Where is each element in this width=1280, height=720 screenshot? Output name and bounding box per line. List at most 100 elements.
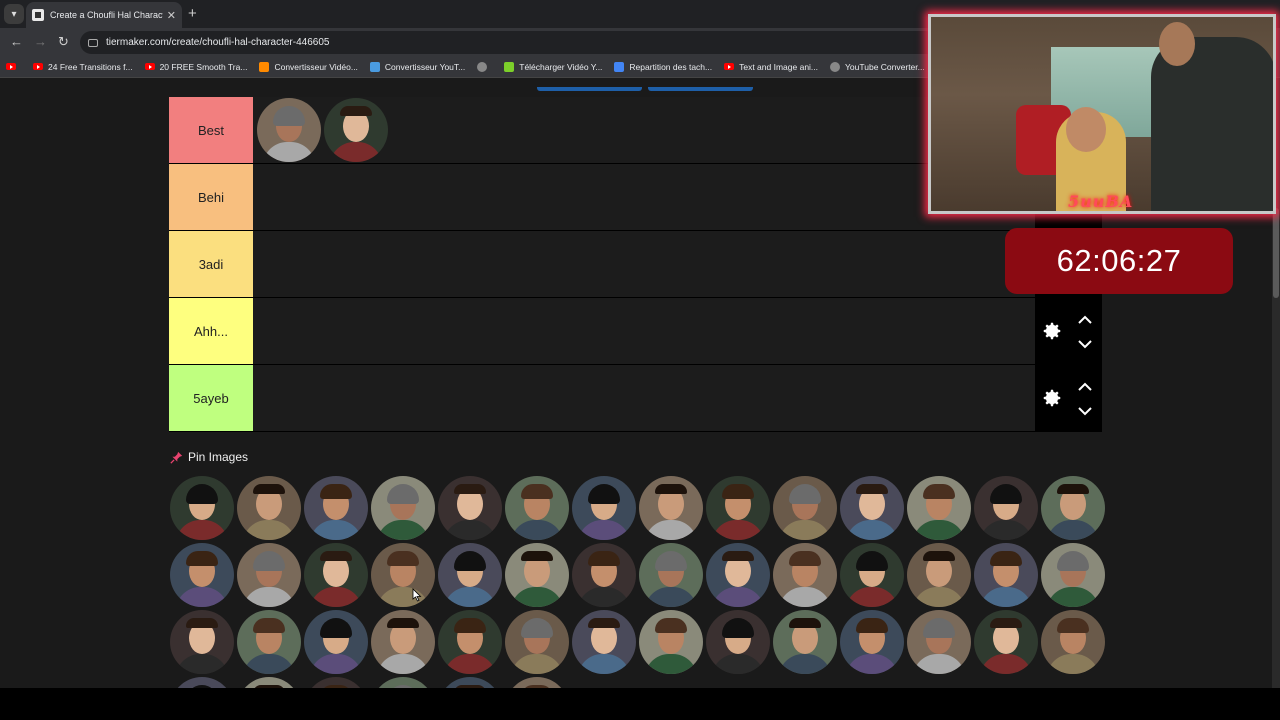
pool-character-image[interactable] bbox=[571, 475, 636, 540]
tier-character-image[interactable] bbox=[323, 98, 388, 162]
pool-character-image[interactable] bbox=[370, 609, 435, 674]
pool-character-image[interactable] bbox=[370, 475, 435, 540]
pool-character-image[interactable] bbox=[906, 475, 971, 540]
pool-character-image[interactable] bbox=[1040, 609, 1105, 674]
tab-search-button[interactable]: ▾ bbox=[4, 4, 24, 24]
pool-character-image[interactable] bbox=[705, 542, 770, 607]
youtube-icon bbox=[724, 63, 735, 70]
bookmark-item[interactable]: Télécharger Vidéo Y... bbox=[504, 61, 602, 72]
chevron-down-icon[interactable] bbox=[1077, 405, 1093, 417]
globe-icon bbox=[830, 61, 841, 72]
site-info-icon[interactable] bbox=[88, 38, 98, 47]
pool-character-image[interactable] bbox=[437, 475, 502, 540]
scrollbar-thumb[interactable] bbox=[1273, 208, 1279, 298]
bookmark-item[interactable]: Text and Image ani... bbox=[724, 62, 818, 72]
pool-character-image[interactable] bbox=[839, 542, 904, 607]
pool-character-image[interactable] bbox=[504, 609, 569, 674]
pool-character-image[interactable] bbox=[772, 542, 837, 607]
pool-character-image[interactable] bbox=[1040, 542, 1105, 607]
pin-icon bbox=[170, 451, 183, 464]
forward-arrow-icon[interactable]: → bbox=[34, 34, 47, 49]
bookmark-item[interactable]: Convertisseur Vidéo... bbox=[259, 61, 358, 72]
bookmark-label: Repartition des tach... bbox=[629, 61, 713, 72]
back-arrow-icon[interactable]: ← bbox=[10, 34, 23, 49]
tier-drop-zone[interactable] bbox=[253, 298, 1035, 364]
pool-character-image[interactable] bbox=[303, 676, 368, 688]
tier-drop-zone[interactable] bbox=[253, 97, 1035, 163]
pool-character-image[interactable] bbox=[638, 542, 703, 607]
new-tab-button[interactable]: + bbox=[188, 5, 197, 22]
pool-character-image[interactable] bbox=[571, 609, 636, 674]
pool-character-image[interactable] bbox=[370, 676, 435, 688]
pool-character-image[interactable] bbox=[772, 475, 837, 540]
pool-character-image[interactable] bbox=[236, 475, 301, 540]
pool-character-image[interactable] bbox=[504, 475, 569, 540]
pool-character-image[interactable] bbox=[772, 609, 837, 674]
z-logo-icon bbox=[259, 61, 270, 72]
tier-label[interactable]: 3adi bbox=[169, 231, 253, 297]
pool-character-image[interactable] bbox=[169, 542, 234, 607]
pool-character-image[interactable] bbox=[303, 609, 368, 674]
pool-character-image[interactable] bbox=[437, 609, 502, 674]
bookmark-item[interactable]: 20 FREE Smooth Tra... bbox=[144, 62, 247, 72]
pool-character-image[interactable] bbox=[236, 609, 301, 674]
pool-character-image[interactable] bbox=[236, 542, 301, 607]
pool-character-image[interactable] bbox=[303, 542, 368, 607]
tier-drop-zone[interactable] bbox=[253, 365, 1035, 431]
mouse-cursor-icon bbox=[412, 588, 422, 602]
pool-character-image[interactable] bbox=[906, 542, 971, 607]
gear-icon[interactable] bbox=[1041, 387, 1063, 409]
taskbar bbox=[0, 688, 1280, 720]
youtube-icon bbox=[33, 63, 43, 70]
tier-label[interactable]: Best bbox=[169, 97, 253, 163]
tier-drop-zone[interactable] bbox=[253, 164, 1035, 230]
tier-row: Ahh... bbox=[169, 298, 1102, 365]
tier-label[interactable]: Ahh... bbox=[169, 298, 253, 364]
pool-character-image[interactable] bbox=[906, 609, 971, 674]
bookmark-label: 24 Free Transitions f... bbox=[48, 61, 133, 72]
pool-character-image[interactable] bbox=[303, 475, 368, 540]
bookmark-item[interactable]: YouTube Converter... bbox=[830, 61, 925, 72]
pool-character-image[interactable] bbox=[973, 475, 1038, 540]
bookmark-label: Convertisseur YouT... bbox=[384, 61, 466, 72]
pool-character-image[interactable] bbox=[169, 609, 234, 674]
bookmark-item[interactable]: Repartition des tach... bbox=[614, 61, 713, 72]
pool-character-image[interactable] bbox=[370, 542, 435, 607]
pool-character-image[interactable] bbox=[638, 475, 703, 540]
pool-character-image[interactable] bbox=[638, 609, 703, 674]
chevron-up-icon[interactable] bbox=[1077, 314, 1093, 326]
bookmark-item[interactable] bbox=[477, 61, 492, 72]
bookmark-item[interactable]: 24 Free Transitions f... bbox=[33, 62, 133, 72]
tier-label[interactable]: 5ayeb bbox=[169, 365, 253, 431]
pool-character-image[interactable] bbox=[169, 676, 234, 688]
pool-character-image[interactable] bbox=[1040, 475, 1105, 540]
bookmark-item[interactable] bbox=[6, 63, 21, 70]
browser-tab-active[interactable]: Create a Choufli Hal Character Tier List… bbox=[26, 2, 182, 28]
address-bar[interactable]: tiermaker.com/create/choufli-hal-charact… bbox=[80, 31, 940, 54]
reload-icon[interactable]: ↻ bbox=[58, 34, 69, 50]
pool-character-image[interactable] bbox=[504, 542, 569, 607]
bookmark-item[interactable]: Convertisseur YouT... bbox=[369, 61, 466, 72]
stream-timer: 62:06:27 bbox=[1005, 228, 1233, 294]
tier-character-image[interactable] bbox=[256, 98, 321, 162]
pool-character-image[interactable] bbox=[169, 475, 234, 540]
pool-character-image[interactable] bbox=[973, 609, 1038, 674]
pool-character-image[interactable] bbox=[437, 542, 502, 607]
tier-label[interactable]: Behi bbox=[169, 164, 253, 230]
pool-character-image[interactable] bbox=[705, 475, 770, 540]
pool-character-image[interactable] bbox=[839, 609, 904, 674]
pool-character-image[interactable] bbox=[437, 676, 502, 688]
tier-drop-zone[interactable] bbox=[253, 231, 1035, 297]
page-top-buttons[interactable] bbox=[537, 78, 759, 96]
pool-character-image[interactable] bbox=[236, 676, 301, 688]
chevron-up-icon[interactable] bbox=[1077, 381, 1093, 393]
pool-character-image[interactable] bbox=[504, 676, 569, 688]
pool-character-image[interactable] bbox=[973, 542, 1038, 607]
close-tab-icon[interactable]: ✕ bbox=[167, 9, 176, 22]
pool-character-image[interactable] bbox=[705, 609, 770, 674]
gear-icon[interactable] bbox=[1041, 320, 1063, 342]
pool-character-image[interactable] bbox=[839, 475, 904, 540]
chevron-down-icon[interactable] bbox=[1077, 338, 1093, 350]
pool-character-image[interactable] bbox=[571, 542, 636, 607]
bookmark-label: Text and Image ani... bbox=[739, 61, 819, 72]
